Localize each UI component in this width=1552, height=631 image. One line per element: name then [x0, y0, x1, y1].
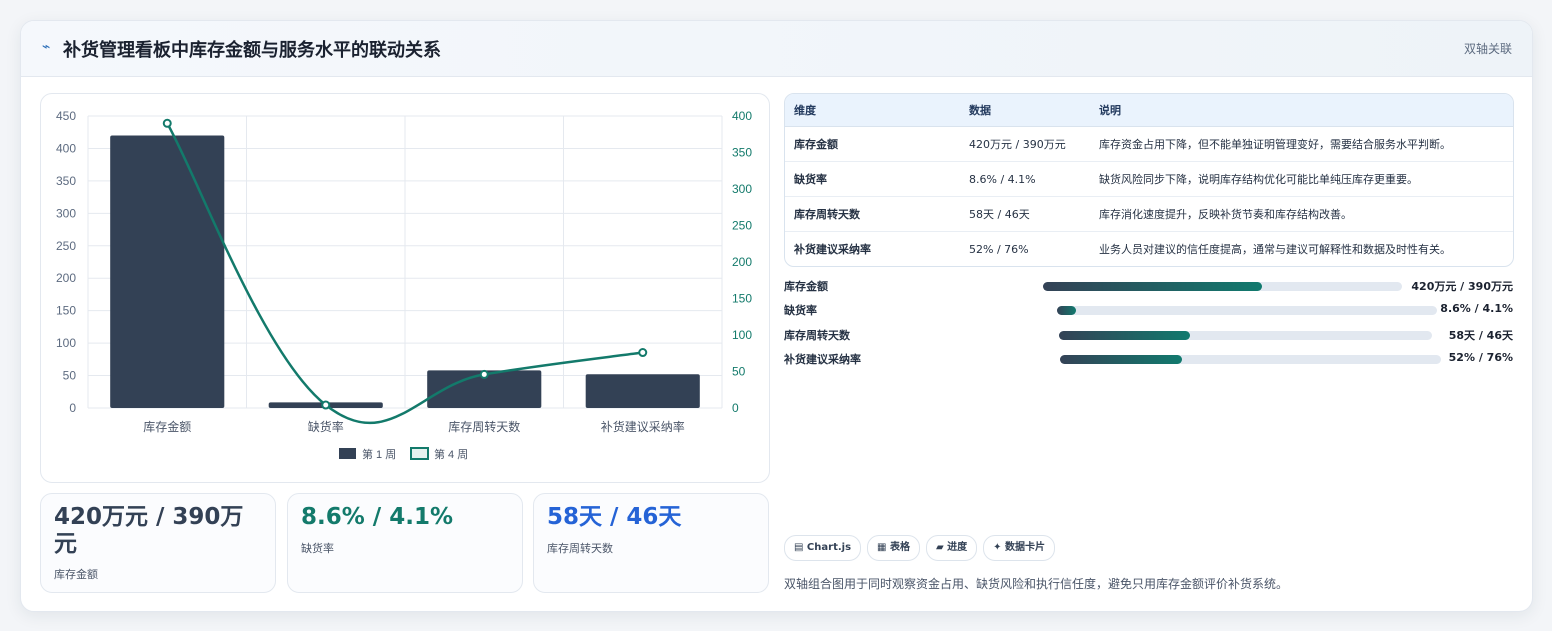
- legend-label: 第 1 周: [362, 447, 396, 461]
- table-cell: 52% / 76%: [969, 242, 1029, 256]
- y-right-tick-label: 300: [732, 182, 752, 196]
- table-row: 补货建议采纳率 52% / 76% 业务人员对建议的信任度提高，通常与建议可解释…: [785, 232, 1513, 267]
- y-left-tick-label: 50: [63, 369, 77, 383]
- column-header: 数据: [960, 94, 1090, 127]
- line-point: [162, 118, 172, 128]
- y-right-tick-label: 150: [732, 292, 752, 306]
- progress-fill: [1060, 355, 1182, 364]
- header-tag: 双轴关联: [1463, 42, 1512, 56]
- table-header-row: 维度 数据 说明: [785, 94, 1513, 127]
- progress-track: [1060, 355, 1441, 364]
- chip-chartjs[interactable]: ▤ Chart.js: [784, 535, 862, 561]
- footnote: 双轴组合图用于同时观察资金占用、缺货风险和执行信任度，避免只用库存金额评价补货系…: [784, 577, 1289, 591]
- table-row: 库存金额 420万元 / 390万元 库存资金占用下降，但不能单独证明管理变好，…: [785, 126, 1513, 162]
- progress-track: [1059, 331, 1432, 340]
- y-right-tick-label: 200: [732, 255, 752, 269]
- progress-value: 420万元 / 390万元: [1411, 280, 1513, 293]
- tech-chips: ▤ Chart.js ▦ 表格 ▰ 进度 ✦ 数据卡片: [784, 535, 1061, 561]
- y-left-tick-label: 150: [56, 304, 76, 318]
- progress-row-turnover: 库存周转天数 58天 / 46天: [784, 327, 1513, 343]
- bar: [585, 374, 700, 408]
- progress-track: [1057, 306, 1437, 315]
- stat-value: 420万元 / 390万元: [54, 504, 244, 557]
- table-cell: 库存金额: [785, 126, 960, 162]
- progress-row-adoption: 补货建议采纳率 52% / 76%: [784, 351, 1513, 367]
- stat-card-turnover: 58天 / 46天 库存周转天数: [533, 493, 769, 593]
- line-point: [321, 400, 331, 410]
- dashboard-card: ⌁ 补货管理看板中库存金额与服务水平的联动关系 双轴关联 0 50 100 150 20…: [20, 20, 1533, 612]
- combo-chart-panel: 0 50 100 150 200 250 300 350 400 450 0 50 100 150 200 2…: [40, 93, 770, 483]
- progress-row-stockout: 缺货率 8.6% / 4.1%: [784, 302, 1513, 318]
- y-left-tick-label: 450: [56, 109, 76, 123]
- chip-data-card[interactable]: ✦ 数据卡片: [983, 535, 1056, 561]
- x-tick-label: 缺货率: [308, 419, 344, 434]
- y-right-tick-label: 350: [732, 146, 752, 160]
- progress-label: 库存金额: [784, 280, 828, 293]
- y-left-tick-label: 0: [69, 401, 76, 415]
- stat-label: 缺货率: [301, 542, 334, 555]
- y-left-tick-label: 250: [56, 239, 76, 253]
- progress-row-inventory: 库存金额 420万元 / 390万元: [784, 278, 1513, 294]
- column-header: 说明: [1090, 94, 1513, 127]
- chip-table[interactable]: ▦ 表格: [867, 535, 920, 561]
- progress-fill: [1059, 331, 1190, 340]
- y-right-tick-label: 50: [732, 365, 746, 379]
- table-cell: 库存周转天数: [785, 196, 960, 232]
- card-header: ⌁ 补货管理看板中库存金额与服务水平的联动关系 双轴关联: [21, 21, 1532, 77]
- x-tick-label: 库存金额: [143, 419, 191, 434]
- y-right-tick-label: 400: [732, 109, 752, 123]
- progress-track: [1043, 282, 1402, 291]
- table-cell: 库存消化速度提升，反映补货节奏和库存结构改善。: [1090, 196, 1513, 232]
- table-row: 库存周转天数 58天 / 46天 库存消化速度提升，反映补货节奏和库存结构改善。: [785, 196, 1513, 232]
- progress-value: 52% / 76%: [1448, 351, 1513, 364]
- progress-fill: [1043, 282, 1262, 291]
- table-cell: 缺货率: [785, 161, 960, 197]
- legend-swatch-line: [410, 447, 429, 460]
- stat-label: 库存周转天数: [547, 542, 613, 555]
- y-right-tick-label: 0: [732, 401, 739, 415]
- table-cell: 补货建议采纳率: [794, 243, 871, 256]
- y-left-tick-label: 200: [56, 271, 76, 285]
- line-point: [479, 369, 489, 379]
- page-title: 补货管理看板中库存金额与服务水平的联动关系: [63, 40, 441, 61]
- progress-label: 库存周转天数: [784, 329, 850, 342]
- x-tick-label: 库存周转天数: [448, 419, 520, 434]
- legend-swatch-bar: [339, 448, 356, 459]
- y-left-tick-label: 300: [56, 206, 76, 220]
- table-cell: 库存资金占用下降，但不能单独证明管理变好，需要结合服务水平判断。: [1090, 126, 1513, 162]
- metrics-table: 维度 数据 说明 库存金额 420万元 / 390万元 库存资金占用下降，但不能…: [784, 93, 1514, 267]
- y-right-tick-label: 100: [732, 328, 752, 342]
- progress-fill: [1057, 306, 1076, 315]
- y-left-tick-label: 100: [56, 336, 76, 350]
- progress-label: 补货建议采纳率: [784, 353, 861, 366]
- line-point: [638, 348, 648, 358]
- table-cell: 8.6% / 4.1%: [960, 161, 1090, 197]
- stat-card-stockout: 8.6% / 4.1% 缺货率: [287, 493, 523, 593]
- stat-value: 58天 / 46天: [547, 504, 682, 530]
- x-tick-label: 补货建议采纳率: [601, 419, 685, 434]
- chip-progress[interactable]: ▰ 进度: [925, 535, 978, 561]
- y-left-tick-label: 400: [56, 141, 76, 155]
- stat-value: 8.6% / 4.1%: [301, 504, 453, 530]
- progress-label: 缺货率: [784, 304, 817, 317]
- legend-label: 第 4 周: [434, 447, 468, 461]
- stat-card-inventory: 420万元 / 390万元 库存金额: [40, 493, 276, 593]
- y-right-tick-label: 250: [732, 219, 752, 233]
- table-row: 缺货率 8.6% / 4.1% 缺货风险同步下降，说明库存结构优化可能比单纯压库…: [785, 161, 1513, 197]
- table-cell: 58天 / 46天: [960, 196, 1090, 232]
- progress-value: 8.6% / 4.1%: [1440, 302, 1513, 315]
- column-header: 维度: [785, 94, 960, 127]
- table-cell: 缺货风险同步下降，说明库存结构优化可能比单纯压库存更重要。: [1090, 161, 1513, 197]
- combo-chart: 0 50 100 150 200 250 300 350 400 450 0 50 100 150 200 2…: [56, 109, 752, 461]
- lightning-icon: ⌁: [42, 39, 51, 55]
- progress-value: 58天 / 46天: [1448, 329, 1513, 342]
- stat-label: 库存金额: [54, 568, 98, 581]
- table-cell: 420万元 / 390万元: [960, 126, 1090, 162]
- bar: [110, 135, 225, 408]
- y-left-tick-label: 350: [56, 174, 76, 188]
- table-cell: 业务人员对建议的信任度提高，通常与建议可解释性和数据及时性有关。: [1099, 243, 1451, 256]
